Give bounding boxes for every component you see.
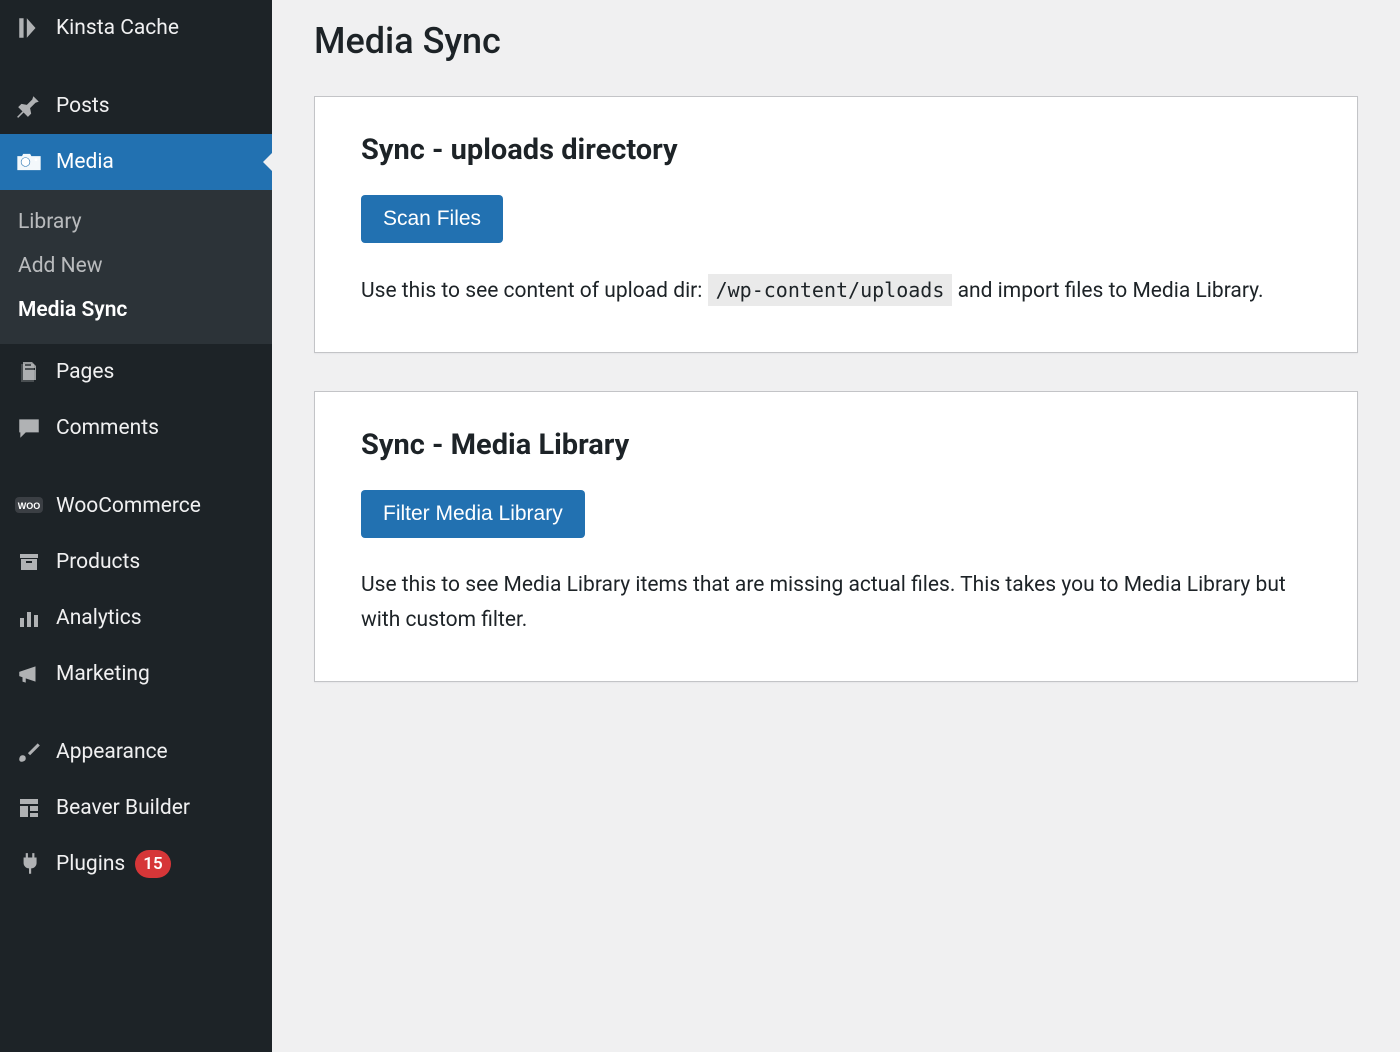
sidebar-item-label: Beaver Builder (56, 796, 190, 820)
page-title: Media Sync (314, 20, 1358, 62)
kinsta-icon (14, 13, 44, 43)
sidebar-item-comments[interactable]: Comments (0, 400, 272, 456)
sidebar-item-label: Kinsta Cache (56, 16, 179, 40)
sidebar-item-label: Posts (56, 94, 110, 118)
card-description: Use this to see Media Library items that… (361, 568, 1311, 639)
sidebar-item-analytics[interactable]: Analytics (0, 590, 272, 646)
card-heading: Sync - Media Library (361, 428, 1311, 462)
card-uploads-directory: Sync - uploads directory Scan Files Use … (314, 96, 1358, 353)
main-content: Media Sync Sync - uploads directory Scan… (272, 0, 1400, 1052)
woocommerce-icon: WOO (14, 491, 44, 521)
plug-icon (14, 849, 44, 879)
megaphone-icon (14, 659, 44, 689)
sidebar-item-woocommerce[interactable]: WOO WooCommerce (0, 478, 272, 534)
archive-icon (14, 547, 44, 577)
sidebar-item-posts[interactable]: Posts (0, 78, 272, 134)
sidebar-item-label: Comments (56, 416, 159, 440)
submenu-media-sync[interactable]: Media Sync (0, 288, 272, 332)
card-heading: Sync - uploads directory (361, 133, 1311, 167)
sidebar-item-pages[interactable]: Pages (0, 344, 272, 400)
bars-icon (14, 603, 44, 633)
comment-icon (14, 413, 44, 443)
admin-sidebar: Kinsta Cache Posts Media Library Add New… (0, 0, 272, 1052)
sidebar-item-marketing[interactable]: Marketing (0, 646, 272, 702)
sidebar-item-label: Analytics (56, 606, 142, 630)
brush-icon (14, 737, 44, 767)
sidebar-item-label: Appearance (56, 740, 168, 764)
sidebar-item-label: Marketing (56, 662, 150, 686)
card-description: Use this to see content of upload dir: /… (361, 273, 1311, 310)
sidebar-item-appearance[interactable]: Appearance (0, 724, 272, 780)
sidebar-item-label: Pages (56, 360, 114, 384)
camera-icon (14, 147, 44, 177)
sidebar-item-beaver-builder[interactable]: Beaver Builder (0, 780, 272, 836)
card-media-library: Sync - Media Library Filter Media Librar… (314, 391, 1358, 682)
media-submenu: Library Add New Media Sync (0, 190, 272, 344)
sidebar-item-plugins[interactable]: Plugins 15 (0, 836, 272, 892)
svg-text:WOO: WOO (18, 501, 41, 511)
upload-path-code: /wp-content/uploads (708, 274, 953, 306)
pages-icon (14, 357, 44, 387)
sidebar-item-products[interactable]: Products (0, 534, 272, 590)
sidebar-item-kinsta-cache[interactable]: Kinsta Cache (0, 0, 272, 56)
sidebar-item-media[interactable]: Media (0, 134, 272, 190)
grid-icon (14, 793, 44, 823)
plugins-update-badge: 15 (135, 850, 170, 878)
sidebar-item-label: WooCommerce (56, 494, 201, 518)
filter-media-library-button[interactable]: Filter Media Library (361, 490, 585, 538)
pin-icon (14, 91, 44, 121)
sidebar-item-label: Plugins (56, 852, 125, 876)
sidebar-item-label: Media (56, 150, 114, 174)
sidebar-item-label: Products (56, 550, 140, 574)
scan-files-button[interactable]: Scan Files (361, 195, 503, 243)
submenu-library[interactable]: Library (0, 200, 272, 244)
submenu-add-new[interactable]: Add New (0, 244, 272, 288)
